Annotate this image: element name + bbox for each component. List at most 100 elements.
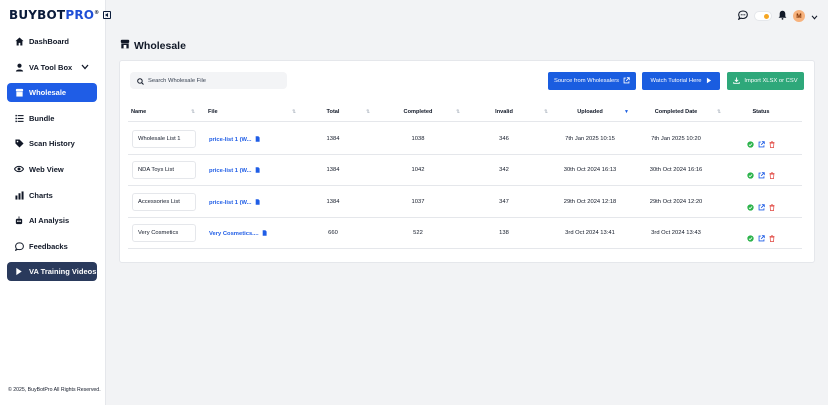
sort-icon[interactable]: ⇅ [366,109,370,115]
sort-icon[interactable]: ⇅ [191,109,195,115]
button-label: Watch Tutorial Here [650,78,702,84]
row-name-field[interactable]: Very Cosmetics [132,224,196,242]
cell-completed-date: 29th Oct 2024 12:20 [649,199,703,205]
cell-uploaded: 29th Oct 2024 12:18 [563,199,617,205]
sidebar-item-va-tool-box[interactable]: VA Tool Box [7,58,97,77]
registered-mark: ® [94,10,100,16]
column-header-name[interactable]: Name [131,109,146,115]
cell-completed-date: 30th Oct 2024 16:16 [649,167,703,173]
page-title: Wholesale [120,39,186,52]
eye-icon [14,164,24,174]
avatar[interactable]: M [793,10,805,22]
open-external-icon[interactable] [758,198,765,216]
cell-completed-date: 7th Jan 2025 10:20 [651,136,701,142]
store-icon [14,88,24,98]
file-icon [255,167,260,175]
cell-completed-date: 3rd Oct 2024 13:43 [651,230,701,236]
bell-icon[interactable] [778,7,787,25]
button-label: Import XLSX or CSV [744,78,798,84]
column-header-completed-date[interactable]: Completed Date [655,109,698,115]
cell-completed: 1042 [411,167,425,173]
cell-total: 1384 [326,199,340,205]
sidebar-item-web-view[interactable]: Web View [7,160,97,179]
status-actions [747,166,775,184]
chat-icon[interactable] [737,7,748,25]
status-actions [747,198,775,216]
cell-total: 660 [328,230,338,236]
row-name-field[interactable]: Accessories List [132,193,196,211]
trash-icon[interactable] [769,198,775,216]
sidebar-item-label: Scan History [29,139,75,149]
sidebar: BUYBOTPRO® DashBoard VA Tool Box Wholesa… [0,0,112,405]
trash-icon[interactable] [769,135,775,153]
file-link[interactable]: Very Cosmetics.... [209,230,267,238]
file-link[interactable]: price-list 1 (W... [209,136,260,144]
chevron-down-icon[interactable] [81,63,89,72]
home-icon [14,37,24,47]
cell-invalid: 347 [499,199,509,205]
sidebar-item-dashboard[interactable]: DashBoard [7,32,97,51]
copyright-text: © 2025, BuyBotPro All Rights Reserved. [8,387,101,393]
download-icon [733,77,741,86]
file-link[interactable]: price-list 1 (W... [209,199,260,207]
sidebar-item-label: Web View [29,164,64,174]
robot-icon [14,216,24,226]
sidebar-item-label: Bundle [29,113,55,123]
button-label: Source from Wholesalers [553,78,620,84]
sidebar-item-ai-analysis[interactable]: AI Analysis [7,211,97,230]
trash-icon[interactable] [769,229,775,247]
column-header-uploaded[interactable]: Uploaded [577,109,602,115]
cell-completed: 1037 [411,199,425,205]
page-title-text: Wholesale [134,39,186,52]
column-header-invalid[interactable]: Invalid [495,109,513,115]
search-input[interactable] [148,77,278,84]
file-link[interactable]: price-list 1 (W... [209,167,260,175]
theme-toggle[interactable] [754,11,772,21]
sort-icon[interactable]: ⇅ [544,109,548,115]
file-icon [262,230,267,238]
sort-icon[interactable]: ⇅ [717,109,721,115]
watch-tutorial-button[interactable]: Watch Tutorial Here [642,72,720,90]
cell-completed: 522 [413,230,423,236]
trash-icon[interactable] [769,166,775,184]
sidebar-item-bundle[interactable]: Bundle [7,109,97,128]
brand-name-accent: PRO [65,8,95,22]
search-box[interactable] [130,72,287,89]
topbar-actions: M [737,7,818,25]
row-name-field[interactable]: NDA Toys List [132,161,196,179]
header-divider [128,121,802,122]
store-icon [120,39,130,52]
play-icon [706,77,712,86]
collapse-sidebar-icon[interactable] [103,11,112,19]
source-from-wholesalers-button[interactable]: Source from Wholesalers [548,72,636,90]
cell-uploaded: 3rd Oct 2024 13:41 [565,230,615,236]
sidebar-item-label: AI Analysis [29,216,70,226]
tag-icon [14,139,24,149]
cell-completed: 1038 [411,136,425,142]
column-header-file[interactable]: File [208,109,218,115]
column-header-status: Status [752,109,770,115]
sidebar-item-charts[interactable]: Charts [7,186,97,205]
chevron-down-icon[interactable] [811,7,818,25]
sidebar-item-scan-history[interactable]: Scan History [7,134,97,153]
open-external-icon[interactable] [758,135,765,153]
chat-icon [14,241,24,251]
import-file-button[interactable]: Import XLSX or CSV [727,72,804,90]
row-name-field[interactable]: Wholesale List 1 [132,130,196,148]
column-header-completed[interactable]: Completed [404,109,433,115]
cell-total: 1384 [326,167,340,173]
sort-icon[interactable]: ⇅ [292,109,296,115]
open-external-icon[interactable] [758,166,765,184]
cell-invalid: 138 [499,230,509,236]
sidebar-item-va-training-videos[interactable]: VA Training Videos [7,262,97,282]
cell-uploaded: 30th Oct 2024 16:13 [563,167,617,173]
brand-logo[interactable]: BUYBOTPRO® [9,8,112,22]
sort-icon[interactable]: ⇅ [456,109,460,115]
open-external-icon[interactable] [758,229,765,247]
column-header-total[interactable]: Total [327,109,340,115]
sidebar-item-label: Charts [29,190,53,200]
sort-desc-icon[interactable]: ▼ [624,109,629,115]
sidebar-item-feedbacks[interactable]: Feedbacks [7,237,97,256]
status-actions [747,229,775,247]
sidebar-item-wholesale[interactable]: Wholesale [7,83,97,103]
